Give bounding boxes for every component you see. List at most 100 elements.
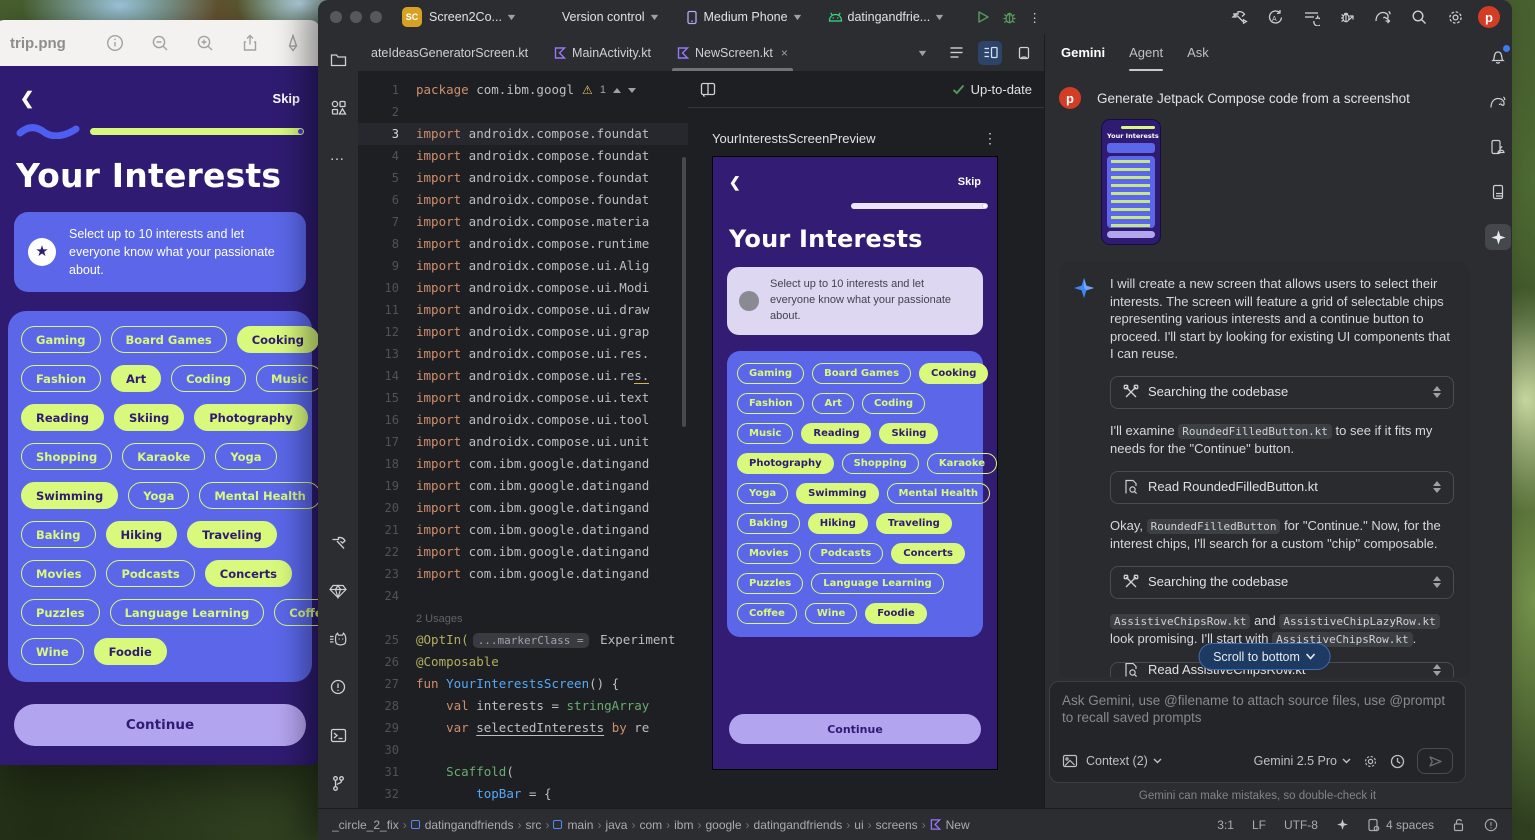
code-line[interactable]: 2 Usages (358, 607, 688, 629)
code-line[interactable]: 29 var selectedInterests by re (358, 717, 688, 739)
editor-split-mode-icon[interactable] (978, 41, 1002, 65)
attachment-thumbnail[interactable]: Your Interests (1101, 119, 1161, 245)
scroll-to-bottom-button[interactable]: Scroll to bottom (1198, 643, 1331, 670)
tab-ask[interactable]: Ask (1187, 34, 1209, 71)
ai-assistant-sparkle-icon[interactable] (1336, 818, 1349, 831)
gemini-conversation[interactable]: p Generate Jetpack Compose code from a s… (1045, 71, 1484, 677)
breadcrumb-new[interactable]: New (930, 818, 970, 832)
problems-icon[interactable] (325, 674, 351, 700)
error-indicator-icon[interactable] (1484, 818, 1498, 832)
expand-collapse-icon[interactable] (1433, 664, 1441, 676)
debug-button[interactable] (996, 4, 1022, 30)
editor-design-mode-icon[interactable] (1012, 41, 1036, 65)
zoom-in-icon[interactable] (196, 34, 214, 52)
editor-tab-mainactivity-kt[interactable]: MainActivity.kt (541, 34, 664, 71)
code-line[interactable]: 31 Scaffold( (358, 761, 688, 783)
breadcrumb-ibm[interactable]: ibm (674, 818, 693, 832)
minimize-window-icon[interactable] (350, 11, 362, 23)
code-line[interactable]: 11import androidx.compose.ui.draw (358, 299, 688, 321)
more-tool-windows-icon[interactable]: … (325, 142, 351, 168)
code-editor[interactable]: 1package com.ibm.googl⚠123import android… (358, 72, 688, 808)
tool-call-read-file[interactable]: Read RoundedFilledButton.kt (1110, 471, 1454, 504)
breadcrumb-google[interactable]: google (705, 818, 741, 832)
search-everywhere-icon[interactable] (1406, 4, 1432, 30)
run-tasks-icon[interactable] (1298, 4, 1324, 30)
close-window-icon[interactable] (330, 11, 342, 23)
window-controls[interactable] (330, 11, 382, 23)
info-icon[interactable] (106, 34, 124, 52)
code-line[interactable]: 18import com.ibm.google.datingand (358, 453, 688, 475)
code-line[interactable]: 23import com.ibm.google.datingand (358, 563, 688, 585)
breadcrumb-com[interactable]: com (639, 818, 662, 832)
run-button[interactable] (970, 4, 996, 30)
gemini-input-box[interactable]: Context (2) Gemini 2.5 Pro (1049, 681, 1466, 783)
close-tab-icon[interactable]: × (781, 46, 788, 60)
notifications-bell-icon[interactable] (1485, 44, 1511, 70)
project-folder-icon[interactable] (325, 46, 351, 72)
code-line[interactable]: 17import androidx.compose.ui.unit (358, 431, 688, 453)
gemini-prompt-input[interactable] (1062, 692, 1453, 748)
code-line[interactable]: 32 topBar = { (358, 783, 688, 805)
logcat-cat-icon[interactable] (325, 626, 351, 652)
code-line[interactable]: 22import com.ibm.google.datingand (358, 541, 688, 563)
expand-collapse-icon[interactable] (1433, 481, 1441, 493)
context-selector[interactable]: Context (2) (1086, 754, 1162, 768)
share-icon[interactable] (241, 34, 259, 52)
markup-icon[interactable] (286, 34, 300, 52)
app-insights-gem-icon[interactable] (325, 578, 351, 604)
editor-tab-ateideasgeneratorscreen-kt[interactable]: ateIdeasGeneratorScreen.kt (358, 34, 541, 71)
code-line[interactable]: 9import androidx.compose.ui.Alig (358, 255, 688, 277)
breadcrumb-datingandfriends[interactable]: datingandfriends (411, 818, 514, 832)
gemini-settings-icon[interactable] (1363, 754, 1378, 769)
breadcrumb-src[interactable]: src (525, 818, 541, 832)
preview-name[interactable]: YourInterestsScreenPreview (712, 131, 876, 146)
code-line[interactable]: 1package com.ibm.googl⚠1 (358, 79, 688, 101)
running-devices-icon[interactable] (1485, 134, 1511, 160)
preview-phone-frame[interactable]: ❮ Skip Your Interests Select up to 10 in… (712, 156, 998, 770)
inspections-widget[interactable]: ⚠1 (582, 79, 636, 101)
tool-call-searching[interactable]: Searching the codebase (1110, 376, 1454, 409)
caret-position[interactable]: 3:1 (1217, 818, 1234, 832)
more-actions-kebab-icon[interactable]: ⋮ (1022, 4, 1048, 30)
code-line[interactable]: 8import androidx.compose.runtime (358, 233, 688, 255)
settings-icon[interactable] (1442, 4, 1468, 30)
file-encoding[interactable]: UTF-8 (1284, 818, 1318, 832)
model-selector[interactable]: Gemini 2.5 Pro (1254, 754, 1351, 768)
breadcrumb-main[interactable]: main (553, 818, 593, 832)
attach-debugger-icon[interactable] (1334, 4, 1360, 30)
code-line[interactable]: 30 (358, 739, 688, 761)
code-line[interactable]: 13import androidx.compose.ui.res. (358, 343, 688, 365)
vcs-menu[interactable]: Version control▼ (562, 10, 659, 24)
preview-kebab-icon[interactable]: ⋮ (983, 130, 998, 147)
code-line[interactable]: 4import androidx.compose.foundat (358, 145, 688, 167)
editor-scrollbar[interactable] (682, 157, 686, 427)
send-button[interactable] (1417, 748, 1453, 774)
code-line[interactable]: 25@OptIn(...markerClass = Experiment (358, 629, 688, 651)
indent-config[interactable]: 4 spaces (1367, 818, 1434, 832)
breadcrumb-java[interactable]: java (605, 818, 627, 832)
run-configuration-selector[interactable]: datingandfrie...▼ (828, 10, 945, 24)
code-line[interactable]: 7import androidx.compose.materia (358, 211, 688, 233)
device-selector[interactable]: Medium Phone▼ (685, 10, 802, 25)
editor-code-mode-icon[interactable] (944, 41, 968, 65)
user-avatar[interactable]: p (1478, 6, 1500, 28)
tabs-dropdown-chevron-icon[interactable]: ▼ (910, 41, 934, 65)
gradle-elephant-icon[interactable] (1485, 89, 1511, 115)
preview-layout-icon[interactable] (700, 82, 716, 97)
breadcrumb-ui[interactable]: ui (854, 818, 863, 832)
code-line[interactable]: 20import com.ibm.google.datingand (358, 497, 688, 519)
code-line[interactable]: 6import androidx.compose.foundat (358, 189, 688, 211)
lock-icon[interactable] (1452, 818, 1466, 832)
profiler-icon[interactable]: A (1262, 4, 1288, 30)
history-icon[interactable] (1390, 754, 1405, 769)
device-explorer-icon[interactable] (1485, 179, 1511, 205)
code-line[interactable]: 14import androidx.compose.ui.res. (358, 365, 688, 387)
terminal-icon[interactable] (325, 722, 351, 748)
code-line[interactable]: 26@Composable (358, 651, 688, 673)
code-line[interactable]: 10import androidx.compose.ui.Modi (358, 277, 688, 299)
attach-image-icon[interactable] (1062, 754, 1078, 768)
tab-agent[interactable]: Agent (1129, 34, 1163, 71)
code-line[interactable]: 16import androidx.compose.ui.tool (358, 409, 688, 431)
line-separator[interactable]: LF (1252, 818, 1266, 832)
version-control-branch-icon[interactable] (325, 770, 351, 796)
